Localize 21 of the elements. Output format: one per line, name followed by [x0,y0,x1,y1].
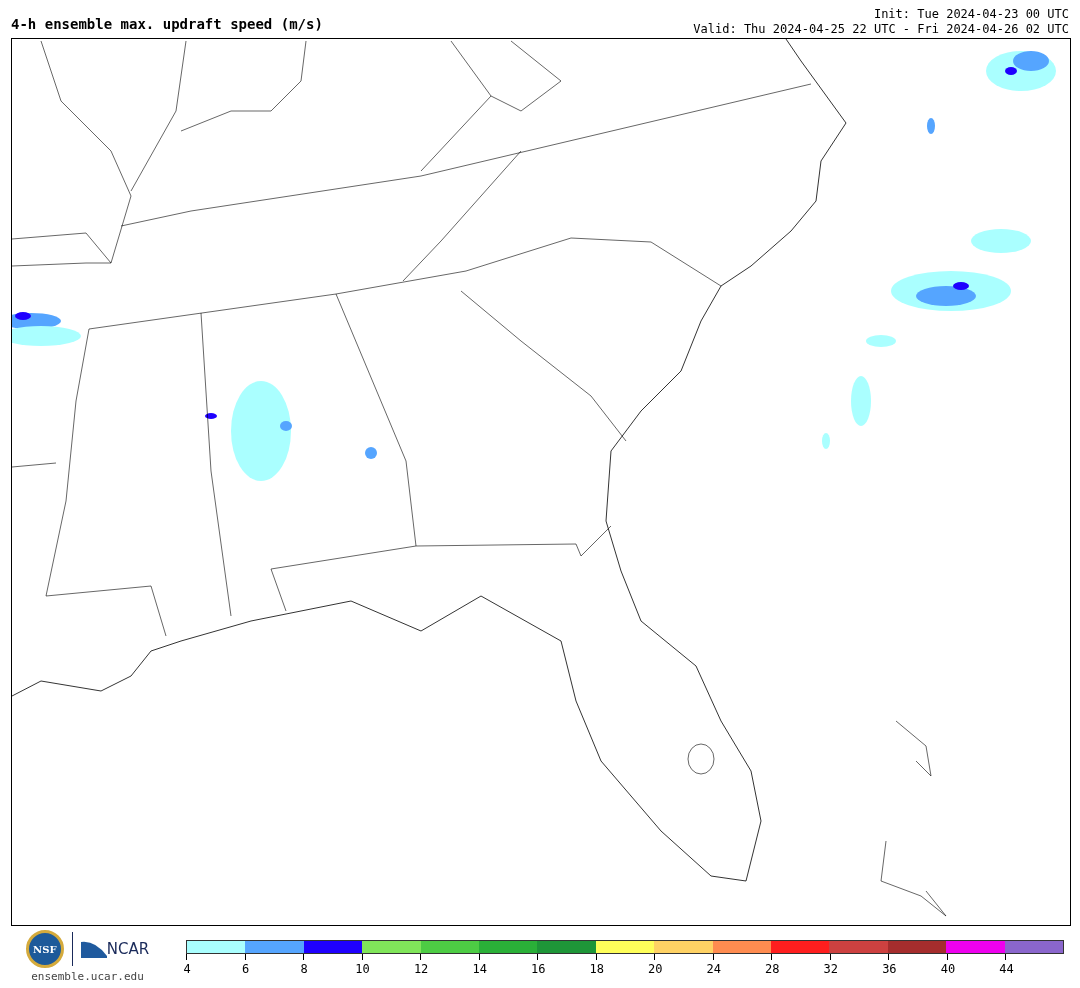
colorbar-tick-label: 20 [648,962,663,976]
colorbar-tick-label: 40 [940,962,956,976]
colorbar-tick-label: 8 [300,962,308,976]
colorbar-tick-label: 28 [765,962,780,976]
website-url: ensemble.ucar.edu [31,970,144,983]
colorbar-tick-label: 36 [882,962,897,976]
nsf-logo: NSF [25,930,64,968]
ncar-logo: NCAR [80,940,150,958]
colorbar-tick-label: 12 [413,962,429,976]
colorbar-tick-label: 4 [183,962,191,976]
colorbar-tick-label: 6 [241,962,250,976]
colorbar-tick-label: 24 [706,962,721,976]
colorbar-tick-label: 18 [589,962,604,976]
valid-time: Valid: Thu 2024-04-25 22 UTC - Fri 2024-04-26 02 UTC [693,22,1069,37]
colorbar-tick-label: 16 [530,962,546,976]
colorbar-tick-label: 10 [355,962,370,976]
colorbar-tick-label: 44 [999,962,1014,976]
chart-title: 4-h ensemble max. updraft speed (m/s) [11,16,323,34]
colorbar-tick-label: 14 [472,962,487,976]
init-time: Init: Tue 2024-04-23 00 UTC [873,7,1069,22]
colorbar-tick-label: 32 [823,962,839,976]
